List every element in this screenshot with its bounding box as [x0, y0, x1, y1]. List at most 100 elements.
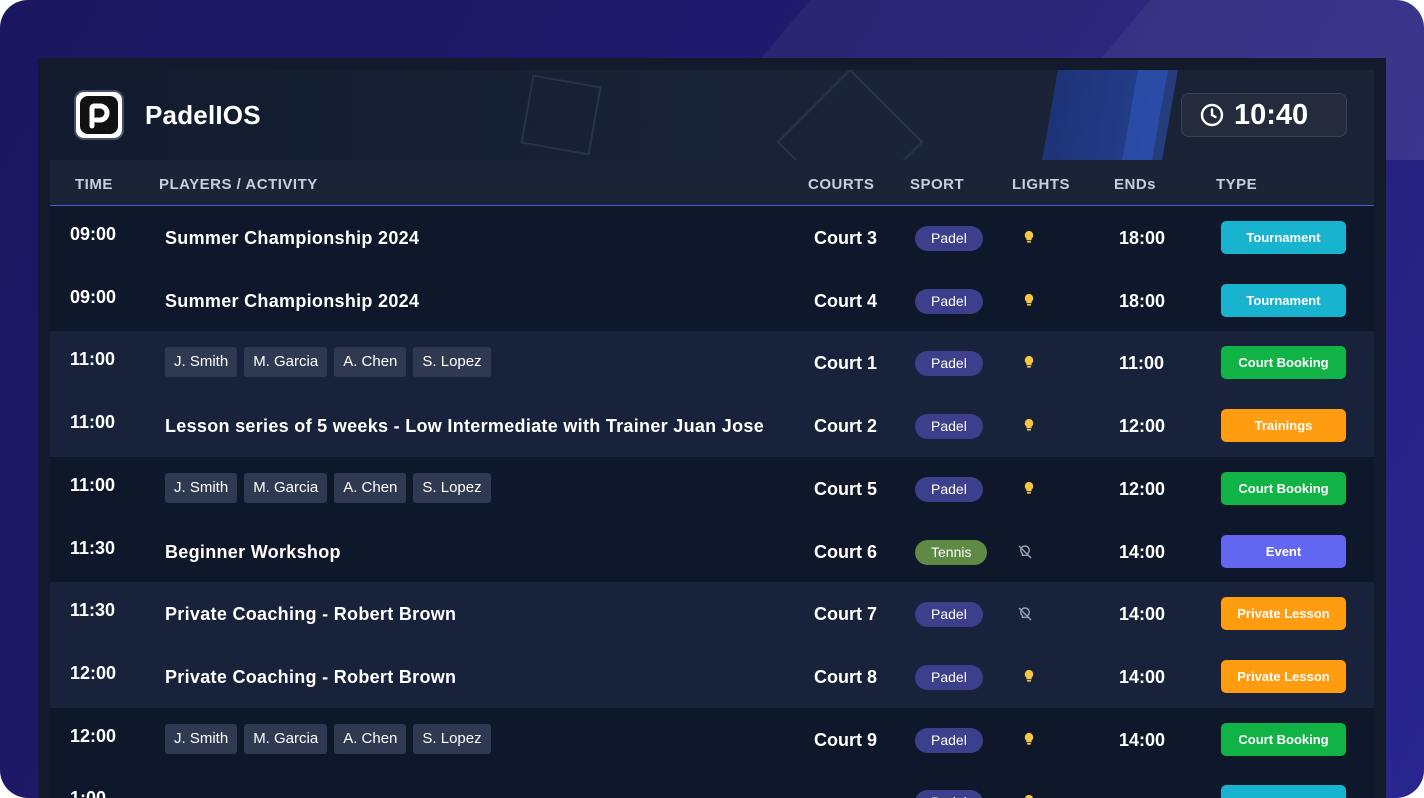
lightbulb-on-icon	[1021, 480, 1039, 498]
clock-display: 10:40	[1181, 93, 1347, 137]
player-chip: M. Garcia	[244, 723, 328, 754]
activity-title: Beginner Workshop	[165, 541, 341, 562]
player-chip: A. Chen	[334, 347, 407, 378]
player-list: J. Smith M. Garcia A. Chen S. Lopez	[165, 723, 491, 754]
court-name: Court 5	[814, 478, 877, 499]
lightbulb-off-icon	[1016, 605, 1034, 623]
sport-badge: Padel	[915, 476, 983, 502]
player-chip: J. Smith	[165, 472, 238, 503]
type-badge: Court Booking	[1221, 471, 1346, 505]
end-time: 18:00	[1119, 290, 1166, 311]
court-name: Court 6	[814, 541, 877, 562]
column-header-players: PLAYERS / ACTIVITY	[159, 176, 318, 193]
table-row[interactable]: 09:00 Summer Championship 2024 Court 4 Pade…	[50, 269, 1374, 332]
display-screen: PadelIOS 10:40 TIME PLAYERS / ACTIVITY C…	[38, 58, 1386, 798]
type-badge: Private Lesson	[1221, 659, 1346, 693]
lightbulb-on-icon	[1021, 731, 1039, 749]
row-time: 11:00	[70, 474, 116, 495]
player-chip: S. Lopez	[413, 723, 491, 754]
padel-logo-icon	[80, 96, 118, 134]
player-chip: A. Chen	[334, 723, 407, 754]
player-chip: J. Smith	[165, 723, 238, 754]
table-row[interactable]: 11:30 Private Coaching - Robert Brown Cour…	[50, 582, 1374, 646]
app-logo	[74, 90, 124, 140]
court-name: Court 8	[814, 666, 877, 687]
clock-icon	[1200, 103, 1224, 127]
schedule-panel: PadelIOS 10:40 TIME PLAYERS / ACTIVITY C…	[50, 70, 1374, 798]
activity-title: Summer Championship 2024	[165, 228, 420, 248]
table-row[interactable]: 1:00 Padel	[50, 770, 1374, 798]
type-badge: Court Booking	[1221, 346, 1346, 380]
activity-title: Private Coaching - Robert Brown	[165, 666, 457, 687]
table-row[interactable]: 12:00 Private Coaching - Robert Brown Cour…	[50, 644, 1374, 708]
row-time: 12:00	[70, 662, 117, 683]
header-decoration	[776, 70, 924, 160]
end-time: 14:00	[1119, 541, 1166, 562]
row-time: 11:00	[70, 412, 116, 433]
type-badge	[1221, 785, 1346, 798]
end-time: 14:00	[1119, 604, 1166, 625]
sport-badge: Padel	[915, 414, 983, 440]
end-time: 18:00	[1119, 228, 1166, 248]
lightbulb-on-icon	[1021, 354, 1039, 372]
sport-badge: Padel	[915, 351, 983, 377]
column-header-type: TYPE	[1216, 176, 1258, 193]
end-time: 14:00	[1119, 729, 1166, 750]
player-chip: J. Smith	[165, 347, 238, 378]
column-header-time: TIME	[75, 176, 113, 193]
player-list: J. Smith M. Garcia A. Chen S. Lopez	[165, 472, 491, 503]
court-name: Court 9	[814, 729, 877, 750]
player-chip: S. Lopez	[413, 347, 491, 378]
header-decoration	[520, 74, 602, 156]
table-row[interactable]: 11:00 J. Smith M. Garcia A. Chen S. Lopez Cou…	[50, 457, 1374, 520]
type-badge: Tournament	[1221, 221, 1346, 254]
sport-badge: Padel	[915, 602, 983, 628]
activity-title: Lesson series of 5 weeks - Low Intermedi…	[165, 416, 764, 437]
type-badge: Event	[1221, 534, 1346, 568]
sport-badge: Padel	[915, 790, 983, 798]
lightbulb-on-icon	[1021, 417, 1039, 435]
row-time: 12:00	[70, 725, 117, 746]
player-chip: A. Chen	[334, 472, 407, 503]
court-name: Court 4	[814, 290, 877, 311]
column-header-courts: COURTS	[808, 176, 875, 193]
activity-title: Private Coaching - Robert Brown	[165, 604, 457, 625]
type-badge: Private Lesson	[1221, 597, 1346, 631]
player-list: J. Smith M. Garcia A. Chen S. Lopez	[165, 347, 491, 378]
table-row[interactable]: 11:30 Beginner Workshop Court 6 Tennis 14:00…	[50, 520, 1374, 583]
lightbulb-on-icon	[1021, 229, 1039, 247]
lightbulb-on-icon	[1021, 292, 1039, 310]
sport-badge: Padel	[915, 288, 983, 314]
current-time: 10:40	[1234, 98, 1309, 131]
court-name: Court 2	[814, 416, 877, 437]
lightbulb-on-icon	[1021, 793, 1039, 798]
table-row[interactable]: 11:00 Lesson series of 5 weeks - Low Inte…	[50, 394, 1374, 458]
sport-badge: Padel	[915, 226, 983, 251]
sport-badge: Padel	[915, 664, 983, 690]
end-time: 14:00	[1119, 666, 1166, 687]
sport-badge: Tennis	[915, 539, 988, 565]
activity-title: Summer Championship 2024	[165, 290, 420, 311]
column-header-ends: ENDs	[1114, 176, 1157, 193]
table-row[interactable]: 12:00 J. Smith M. Garcia A. Chen S. Lopez Cou…	[50, 708, 1374, 771]
type-badge: Trainings	[1221, 409, 1346, 443]
type-badge: Court Booking	[1221, 722, 1346, 756]
end-time: 11:00	[1119, 353, 1165, 374]
header-bar: PadelIOS 10:40	[50, 70, 1374, 160]
player-chip: M. Garcia	[244, 472, 328, 503]
table-row[interactable]: 09:00 Summer Championship 2024 Court 3 Pade…	[50, 206, 1374, 269]
row-time: 11:30	[70, 537, 116, 558]
court-name: Court 1	[814, 353, 877, 374]
row-time: 1:00	[70, 788, 106, 798]
lightbulb-off-icon	[1016, 543, 1034, 561]
end-time: 12:00	[1119, 478, 1166, 499]
sport-badge: Padel	[915, 727, 983, 753]
column-header-sport: SPORT	[910, 176, 965, 193]
row-time: 11:30	[70, 600, 116, 621]
row-time: 09:00	[70, 224, 117, 244]
column-header-lights: LIGHTS	[1012, 176, 1070, 193]
end-time: 12:00	[1119, 416, 1166, 437]
table-row[interactable]: 11:00 J. Smith M. Garcia A. Chen S. Lopez Cou…	[50, 331, 1374, 395]
lightbulb-on-icon	[1021, 668, 1039, 686]
court-name: Court 7	[814, 604, 877, 625]
